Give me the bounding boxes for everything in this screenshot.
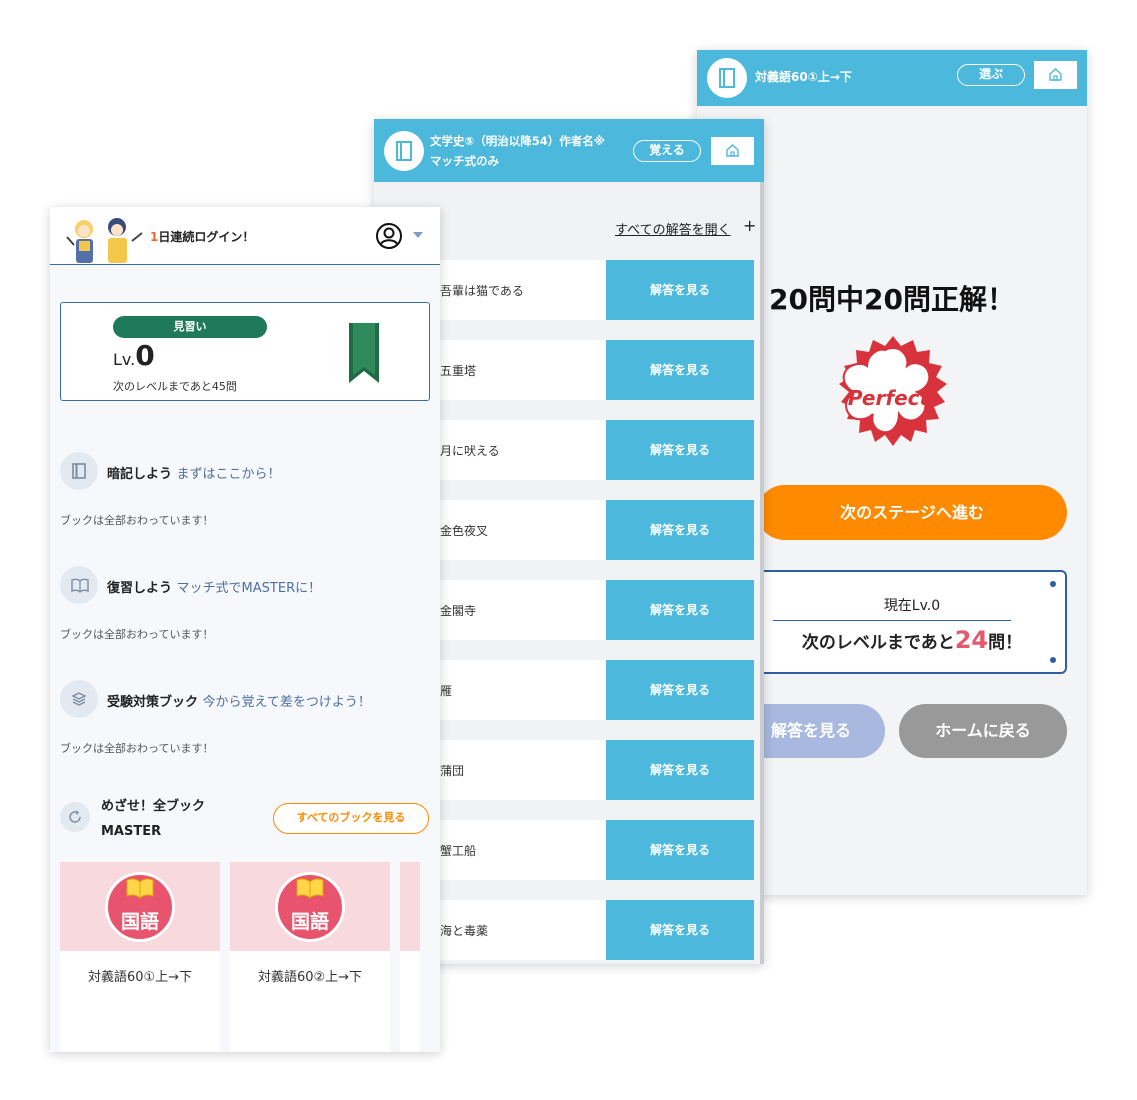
view-answer-button[interactable]: 解答を見る <box>606 420 754 480</box>
book-card-name: 対義語60②上→下 <box>257 970 363 985</box>
next-level-text: 次のレベルまであと24問！ <box>759 626 1065 654</box>
book-card-name: 対義語60①上→下 <box>87 970 193 985</box>
section-title: 暗記しよう まずはここから！ <box>107 463 281 482</box>
list-item-title: 吾輩は猫である <box>440 284 524 298</box>
section-title: 受験対策ブック 今から覚えて差をつけよう！ <box>107 691 371 710</box>
section-note: ブックは全部おわっています！ <box>60 514 214 527</box>
result-header-title: 対義語60①上→下 <box>755 70 852 84</box>
home-topbar: 1日連続ログイン！ <box>50 207 440 265</box>
list-item-title: 海と毒薬 <box>440 924 489 938</box>
list-header-title: 文学史⑤（明治以降54）作者名※ マッチ式のみ <box>430 131 630 171</box>
section-title: 復習しよう マッチ式でMASTERに！ <box>107 577 321 596</box>
corner-dot <box>1050 657 1056 663</box>
list-header-title-line2: マッチ式のみ <box>430 154 499 168</box>
view-all-books-button[interactable]: すべてのブックを見る <box>273 803 429 834</box>
return-home-button[interactable]: ホームに戻る <box>899 704 1067 758</box>
perfect-badge-text: Perfect! <box>847 386 939 410</box>
select-button[interactable]: 選ぶ <box>957 64 1025 86</box>
view-answer-button[interactable]: 解答を見る <box>606 820 754 880</box>
book-card-header: 国語 <box>230 862 390 951</box>
book-card-partial[interactable] <box>400 862 420 1052</box>
master-title-line1: めざせ！全ブック <box>101 799 206 814</box>
view-answer-button[interactable]: 解答を見る <box>606 580 754 640</box>
scrollbar[interactable] <box>760 182 764 964</box>
level-card: 見習い Lv.0 次のレベルまであと45問 <box>60 302 430 401</box>
next-level-prefix: 次のレベルまであと <box>801 633 955 653</box>
current-level-text: 現在Lv.0 <box>883 598 941 614</box>
level-next-text: 次のレベルまであと45問 <box>113 380 237 393</box>
user-account-icon[interactable] <box>375 222 403 250</box>
book-card[interactable]: 国語 対義語60①上→下 <box>60 862 220 1052</box>
section-title-main: 暗記しよう <box>107 467 173 482</box>
book-icon <box>719 68 735 88</box>
login-streak-text: 1日連続ログイン！ <box>150 228 254 245</box>
view-answer-button[interactable]: 解答を見る <box>606 340 754 400</box>
level-display: Lv.0 <box>113 339 155 372</box>
list-item-title: 蒲団 <box>440 764 465 778</box>
section-icon-circle <box>60 566 98 604</box>
book-icon <box>396 141 412 161</box>
view-answer-button[interactable]: 解答を見る <box>606 660 754 720</box>
next-stage-button[interactable]: 次のステージへ進む <box>757 485 1067 540</box>
book-card-header: 国語 <box>60 862 220 951</box>
stacked-books-icon <box>71 692 87 706</box>
refresh-icon <box>69 810 81 823</box>
level-prefix: Lv. <box>113 350 136 369</box>
list-item-title: 月に吠える <box>440 444 500 458</box>
rank-badge: 見習い <box>113 316 267 338</box>
level-value: 0 <box>135 339 155 372</box>
list-header: 文学史⑤（明治以降54）作者名※ マッチ式のみ 覚える <box>374 119 764 182</box>
open-book-icon <box>296 878 324 899</box>
next-level-suffix: 問！ <box>988 633 1023 653</box>
open-all-answers-link[interactable]: すべての解答を開く <box>615 219 731 238</box>
subject-label: 国語 <box>120 911 159 933</box>
master-title-line2: MASTER <box>101 824 162 839</box>
list-header-title-line1: 文学史⑤（明治以降54）作者名※ <box>430 134 605 148</box>
result-header: 対義語60①上→下 選ぶ <box>697 50 1087 106</box>
subject-label: 国語 <box>290 911 329 933</box>
book-icon-circle <box>707 58 747 98</box>
login-streak-label: 日連続ログイン！ <box>158 230 255 244</box>
book-card[interactable]: 国語 対義語60②上→下 <box>230 862 390 1052</box>
next-level-count: 24 <box>954 626 989 654</box>
bookmark-ribbon-icon <box>349 323 379 383</box>
section-note: ブックは全部おわっています！ <box>60 628 214 641</box>
home-icon <box>1049 68 1062 81</box>
mascot-illustration-icon <box>66 218 143 263</box>
memorize-button[interactable]: 覚える <box>633 140 701 162</box>
section-subtitle: まずはここから！ <box>176 467 281 482</box>
section-icon-circle <box>60 802 90 832</box>
list-item-title: 金閣寺 <box>440 604 477 618</box>
master-section-title: めざせ！全ブック MASTER <box>101 794 241 844</box>
view-answer-button[interactable]: 解答を見る <box>606 260 754 320</box>
open-book-icon <box>126 878 154 899</box>
section-subtitle: マッチ式でMASTERに！ <box>176 581 322 596</box>
book-icon <box>72 463 86 479</box>
view-answer-button[interactable]: 解答を見る <box>606 500 754 560</box>
expand-icon[interactable]: + <box>743 216 756 235</box>
section-icon-circle <box>60 680 98 718</box>
section-subtitle: 今から覚えて差をつけよう！ <box>202 695 371 710</box>
home-button[interactable] <box>1034 61 1077 89</box>
divider <box>773 620 1011 621</box>
home-screen: 1日連続ログイン！ 見習い Lv.0 次のレベルまであと45問 暗記しよう まず… <box>50 207 440 1052</box>
level-progress-box: 現在Lv.0 次のレベルまであと24問！ <box>757 570 1067 674</box>
section-title-main: 復習しよう <box>107 581 173 596</box>
list-item-title: 五重塔 <box>440 364 477 378</box>
book-card-header <box>400 862 420 951</box>
list-item-title: 金色夜叉 <box>440 524 489 538</box>
section-icon-circle <box>60 452 98 490</box>
chevron-down-icon[interactable] <box>413 232 423 238</box>
list-item-title: 蟹工船 <box>440 844 477 858</box>
open-book-pen-icon <box>71 578 89 593</box>
corner-dot <box>1050 581 1056 587</box>
book-icon-circle <box>384 131 424 171</box>
view-answer-button[interactable]: 解答を見る <box>606 900 754 960</box>
list-item-title: 雁 <box>440 684 453 698</box>
home-button[interactable] <box>711 137 754 165</box>
home-icon <box>726 144 739 157</box>
section-title-main: 受験対策ブック <box>107 695 199 710</box>
view-answer-button[interactable]: 解答を見る <box>606 740 754 800</box>
section-note: ブックは全部おわっています！ <box>60 742 214 755</box>
